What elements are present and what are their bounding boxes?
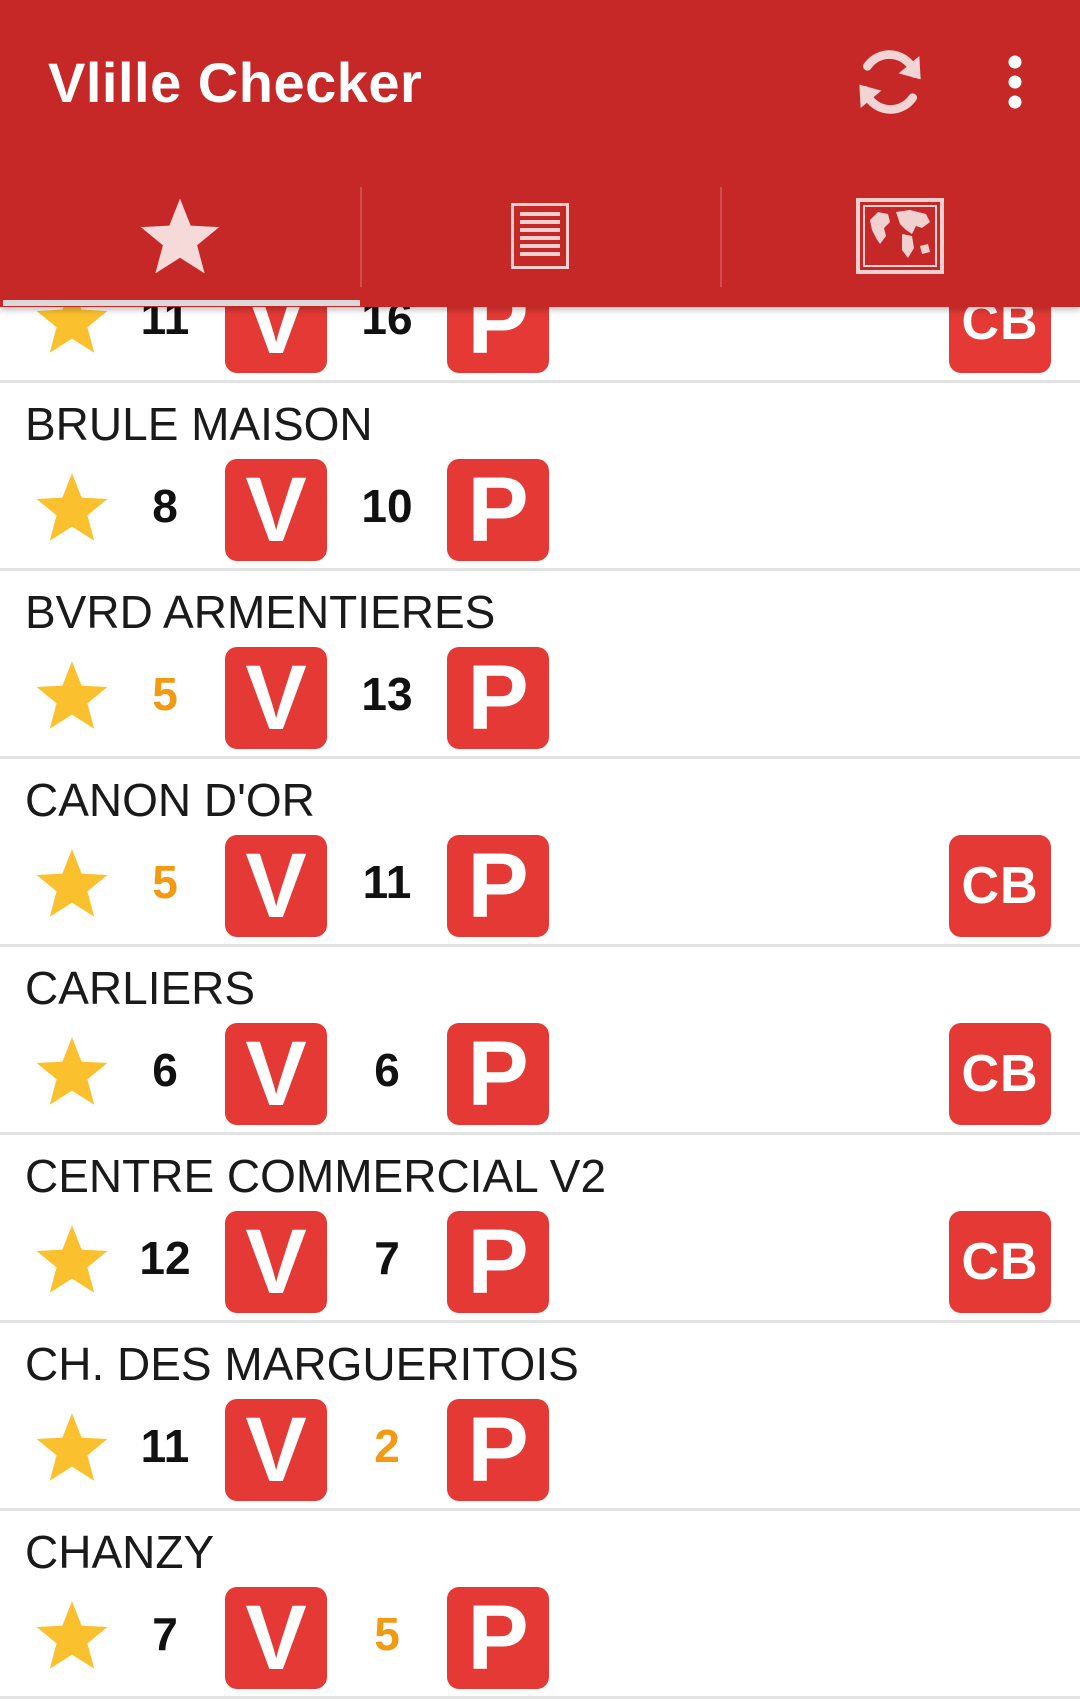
credit-card-badge: CB xyxy=(949,1211,1051,1313)
available-bikes-count: 11 xyxy=(140,1420,190,1472)
bikes-badge: V xyxy=(225,647,327,749)
slots-badge: P xyxy=(447,835,549,937)
station-row[interactable]: CANON D'OR 5 V 11 P CB xyxy=(0,759,1080,947)
available-slots-count: 7 xyxy=(374,1232,400,1284)
station-name: BRULE MAISON xyxy=(25,398,373,450)
available-bikes-count: 12 xyxy=(139,1232,191,1284)
slots-badge: P xyxy=(447,647,549,749)
star-icon xyxy=(140,198,220,274)
available-slots-count: 5 xyxy=(374,1608,400,1660)
favorite-star-icon[interactable] xyxy=(33,1598,111,1672)
station-row[interactable]: BRULE MAISON 8 V 10 P xyxy=(0,383,1080,571)
bikes-badge: V xyxy=(225,1023,327,1125)
selected-tab-indicator xyxy=(3,300,360,306)
tab-map[interactable] xyxy=(720,165,1080,307)
station-name: BVRD ARMENTIERES xyxy=(25,586,496,638)
app-bar: Vlille Checker xyxy=(0,0,1080,307)
overflow-menu-button[interactable] xyxy=(985,37,1045,127)
station-row[interactable]: CENTRE COMMERCIAL V2 12 V 7 P CB xyxy=(0,1135,1080,1323)
station-name: CHANZY xyxy=(25,1526,215,1578)
credit-card-badge: CB xyxy=(949,835,1051,937)
favorite-star-icon[interactable] xyxy=(33,1034,111,1108)
slots-badge: P xyxy=(447,1399,549,1501)
toolbar: Vlille Checker xyxy=(0,0,1080,165)
slots-badge: P xyxy=(447,1211,549,1313)
available-bikes-count: 5 xyxy=(152,856,178,908)
slots-badge: P xyxy=(447,459,549,561)
tab-bar xyxy=(0,165,1080,307)
favorite-star-icon[interactable] xyxy=(33,1410,111,1484)
available-bikes-count: 7 xyxy=(152,1608,178,1660)
available-bikes-count: 5 xyxy=(152,668,178,720)
station-name: CARLIERS xyxy=(25,962,256,1014)
bikes-badge: V xyxy=(225,1587,327,1689)
available-slots-count: 13 xyxy=(361,668,413,720)
station-name: CH. DES MARGUERITOIS xyxy=(25,1338,579,1390)
map-icon xyxy=(856,198,944,274)
refresh-icon xyxy=(859,50,921,114)
bikes-badge: V xyxy=(225,1399,327,1501)
available-bikes-count: 6 xyxy=(152,1044,178,1096)
station-name: CANON D'OR xyxy=(25,774,315,826)
credit-card-badge: CB xyxy=(949,1023,1051,1125)
station-row[interactable]: CHANZY 7 V 5 P xyxy=(0,1511,1080,1699)
app-title: Vlille Checker xyxy=(48,51,423,114)
favorite-star-icon[interactable] xyxy=(33,1222,111,1296)
refresh-button[interactable] xyxy=(845,37,935,127)
available-slots-count: 11 xyxy=(362,856,412,908)
favorite-star-icon[interactable] xyxy=(33,470,111,544)
available-bikes-count: 8 xyxy=(152,480,178,532)
available-slots-count: 10 xyxy=(361,480,413,532)
available-slots-count: 6 xyxy=(374,1044,400,1096)
list-icon xyxy=(511,203,569,269)
slots-badge: P xyxy=(447,1587,549,1689)
available-slots-count: 2 xyxy=(374,1420,400,1472)
bikes-badge: V xyxy=(225,459,327,561)
station-list: 11 V 16 P CB BRULE MAISON 8 V 10 P BVRD … xyxy=(0,195,1080,1699)
station-row[interactable]: CARLIERS 6 V 6 P CB xyxy=(0,947,1080,1135)
bikes-badge: V xyxy=(225,1211,327,1313)
station-name: CENTRE COMMERCIAL V2 xyxy=(25,1150,607,1202)
tab-favorites[interactable] xyxy=(0,165,360,307)
more-vert-icon xyxy=(1008,55,1022,109)
favorite-star-icon[interactable] xyxy=(33,658,111,732)
station-row[interactable]: CH. DES MARGUERITOIS 11 V 2 P xyxy=(0,1323,1080,1511)
slots-badge: P xyxy=(447,1023,549,1125)
station-row[interactable]: BVRD ARMENTIERES 5 V 13 P xyxy=(0,571,1080,759)
tab-list[interactable] xyxy=(360,165,720,307)
favorite-star-icon[interactable] xyxy=(33,846,111,920)
bikes-badge: V xyxy=(225,835,327,937)
